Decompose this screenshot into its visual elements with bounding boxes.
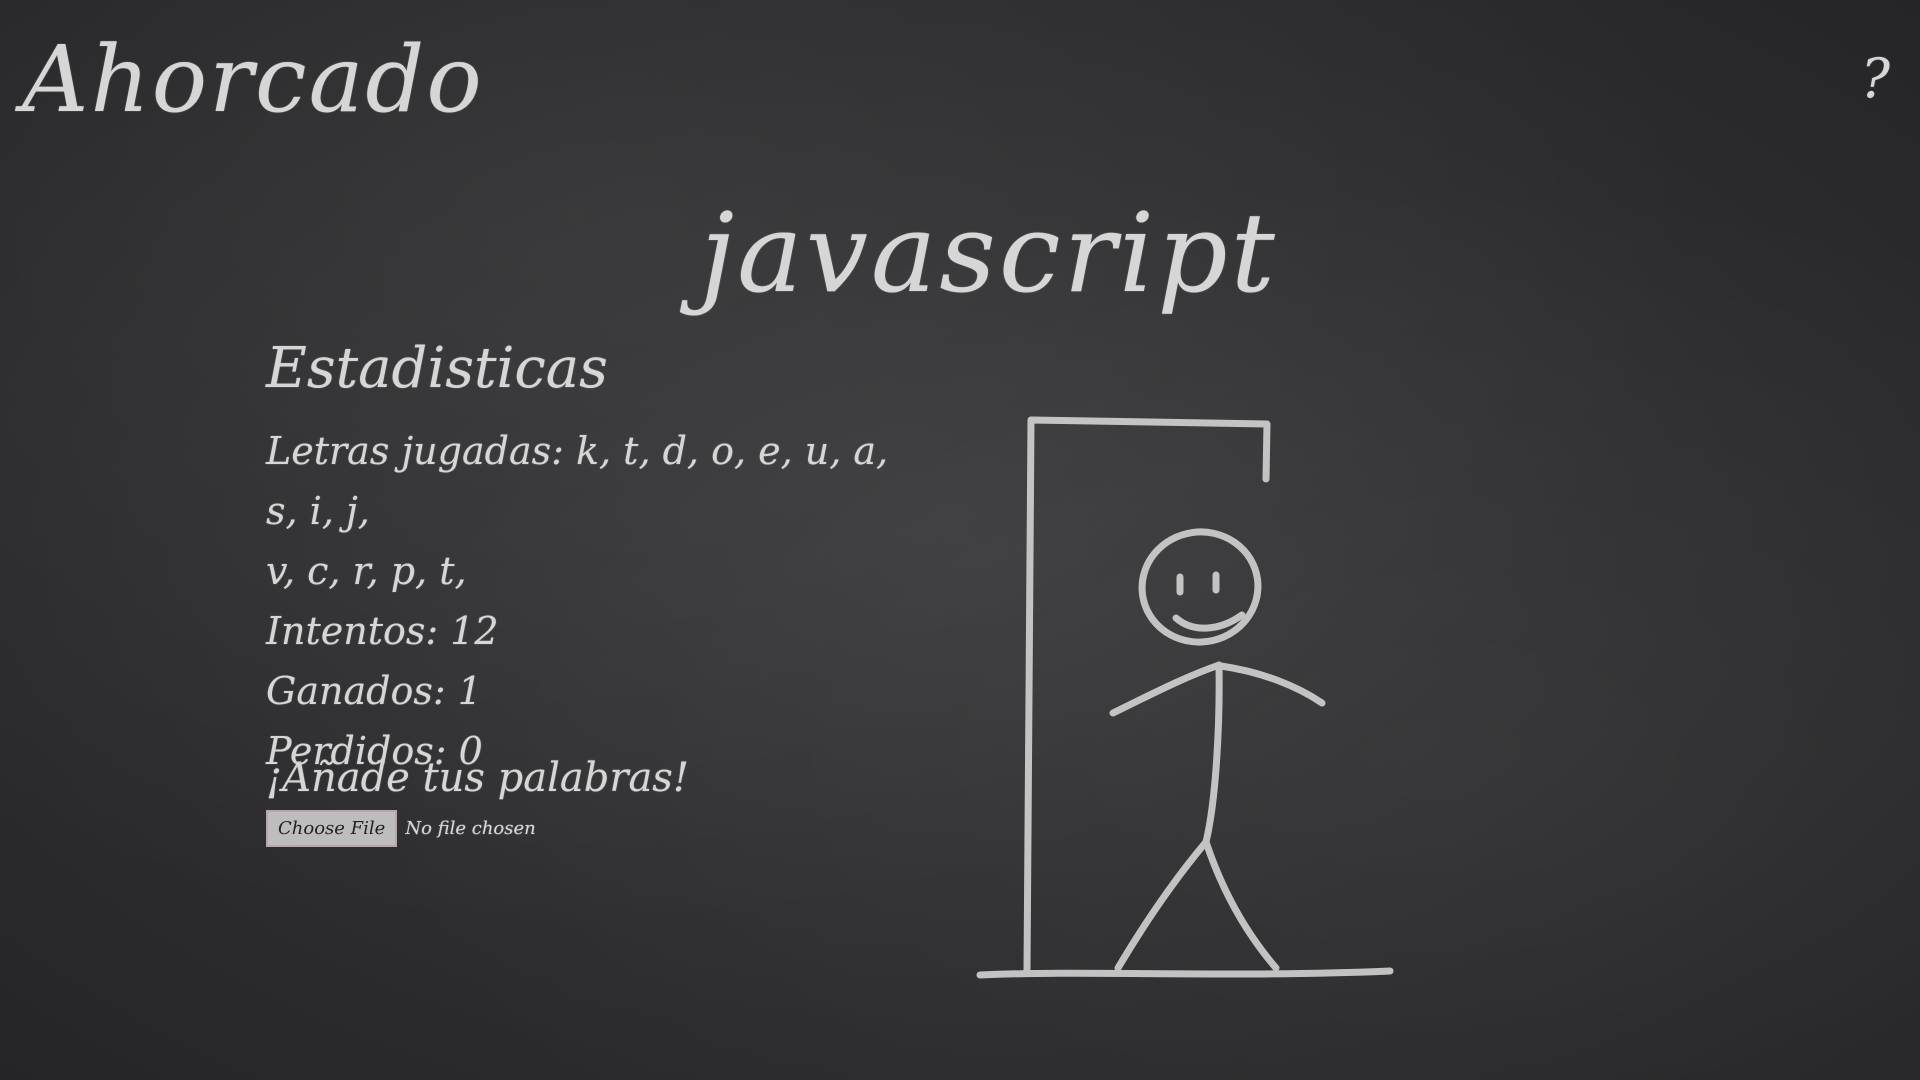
played-letters-line-2: v, c, r, p, t, xyxy=(266,548,467,593)
help-icon[interactable]: ? xyxy=(1861,52,1890,106)
word-upload-section: ¡Añade tus palabras! Choose File No file… xyxy=(266,752,966,847)
secret-word: javascript xyxy=(700,189,1278,317)
file-status: No file chosen xyxy=(405,818,536,839)
attempts-count: Intentos: 12 xyxy=(266,608,499,653)
page-title: Ahorcado xyxy=(22,26,484,133)
hangman-drawing-icon xyxy=(976,416,1394,979)
played-letters-line-1: Letras jugadas: k, t, d, o, e, u, a, s, … xyxy=(266,428,889,533)
choose-file-button[interactable]: Choose File xyxy=(266,810,398,847)
file-input[interactable]: Choose File No file chosen xyxy=(266,810,966,847)
stats-panel: Estadisticas Letras jugadas: k, t, d, o,… xyxy=(266,336,926,781)
stats-heading: Estadisticas xyxy=(266,336,608,401)
won-count: Ganados: 1 xyxy=(266,668,482,713)
upload-title: ¡Añade tus palabras! xyxy=(266,755,689,801)
